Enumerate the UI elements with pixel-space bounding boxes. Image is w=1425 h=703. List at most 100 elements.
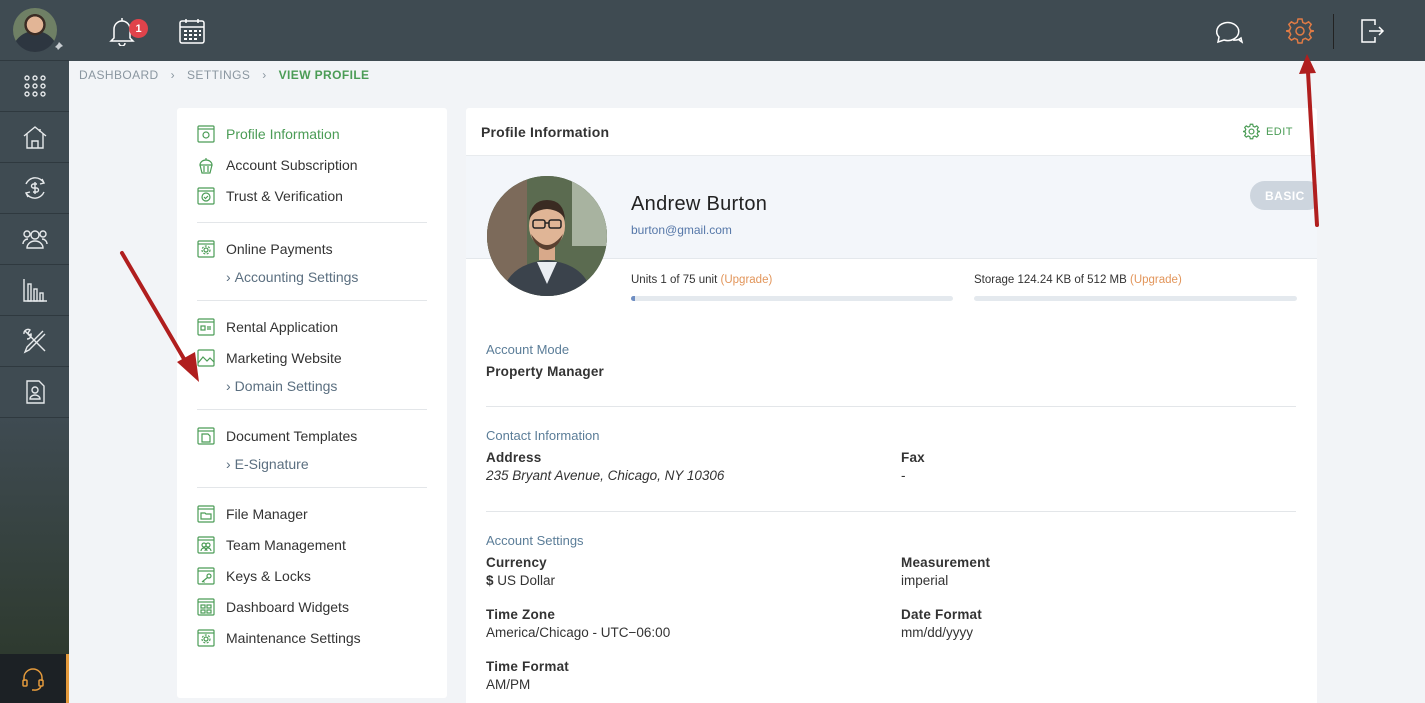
rail-apps[interactable]	[0, 61, 69, 112]
gear-icon	[1242, 123, 1260, 140]
menu-label: Trust & Verification	[226, 187, 343, 204]
storage-text: Storage 124.24 KB of 512 MB	[974, 274, 1127, 286]
rail-background	[0, 418, 69, 654]
rail-contacts[interactable]	[0, 214, 69, 265]
edit-label: EDIT	[1265, 125, 1293, 138]
fax-label: Fax	[901, 450, 925, 465]
menu-label: Rental Application	[226, 318, 339, 335]
menu-item-maintenance-settings[interactable]: Maintenance Settings	[197, 622, 427, 653]
currency-name: US Dollar	[497, 573, 556, 588]
tools-icon	[22, 328, 45, 354]
rail-maintenance[interactable]	[0, 316, 69, 367]
rail-properties[interactable]	[0, 112, 69, 163]
pin-icon[interactable]	[53, 42, 63, 52]
address-value: 235 Bryant Avenue, Chicago, NY 10306	[486, 468, 725, 483]
menu-label: Marketing Website	[226, 349, 342, 366]
calendar-button[interactable]	[176, 14, 208, 48]
plan-badge: BASIC	[1250, 181, 1317, 210]
calendar-icon	[179, 19, 205, 44]
dateformat-label: Date Format	[901, 607, 982, 622]
settings-menu: Profile Information Account Subscription…	[177, 108, 447, 698]
apps-grid-icon	[23, 75, 46, 97]
profile-name: Andrew Burton	[631, 193, 768, 215]
chat-icon	[1216, 21, 1244, 44]
submenu-domain-settings[interactable]: › Domain Settings	[197, 373, 427, 398]
avatar[interactable]	[12, 8, 57, 52]
units-text: Units 1 of 75 unit	[631, 274, 718, 286]
menu-item-team-management[interactable]: Team Management	[197, 529, 427, 560]
rail-tenants[interactable]	[0, 367, 69, 418]
menu-item-account-subscription[interactable]: Account Subscription	[197, 149, 427, 180]
section-title: Account Settings	[486, 533, 584, 548]
menu-label: File Manager	[226, 505, 308, 522]
submenu-label: Accounting Settings	[234, 268, 359, 285]
units-progress-fill	[631, 296, 636, 301]
currency-label: Currency	[486, 555, 547, 570]
rail-payments[interactable]	[0, 163, 69, 214]
fax-value: -	[901, 468, 906, 483]
dateformat-value: mm/dd/yyyy	[901, 625, 974, 640]
menu-label: Profile Information	[226, 125, 340, 142]
address-label: Address	[486, 450, 542, 465]
widgets-icon	[197, 597, 215, 616]
card-header: Profile Information EDIT	[466, 108, 1317, 156]
rail-avatar-container[interactable]	[0, 0, 69, 61]
breadcrumb-view-profile: VIEW PROFILE	[278, 68, 370, 82]
section-title: Account Mode	[486, 342, 570, 357]
menu-item-marketing-website[interactable]: Marketing Website	[197, 342, 427, 373]
edit-button[interactable]: EDIT	[1242, 123, 1293, 140]
menu-item-file-manager[interactable]: File Manager	[197, 498, 427, 529]
chat-button[interactable]	[1213, 14, 1245, 48]
profile-card: Profile Information EDIT Andrew Burton b…	[466, 108, 1317, 703]
units-progress-bar	[631, 296, 953, 301]
menu-item-profile-information[interactable]: Profile Information	[197, 118, 427, 149]
template-doc-icon	[197, 426, 215, 445]
profile-photo	[487, 176, 607, 296]
units-usage: Units 1 of 75 unit (Upgrade)	[631, 274, 772, 286]
submenu-e-signature[interactable]: › E-Signature	[197, 451, 427, 476]
breadcrumb-dashboard[interactable]: DASHBOARD	[79, 68, 159, 82]
section-title: Contact Information	[486, 428, 600, 443]
menu-item-keys-locks[interactable]: Keys & Locks	[197, 560, 427, 591]
logout-button[interactable]	[1356, 14, 1388, 48]
menu-item-online-payments[interactable]: Online Payments	[197, 233, 427, 264]
currency-symbol: $	[486, 573, 494, 588]
profile-doc-icon	[197, 124, 215, 143]
divider	[486, 406, 1296, 407]
measurement-label: Measurement	[901, 555, 991, 570]
menu-item-document-templates[interactable]: Document Templates	[197, 420, 427, 451]
chevron-right-icon: ›	[262, 68, 267, 82]
menu-label: Online Payments	[226, 240, 333, 257]
menu-label: Team Management	[226, 536, 346, 553]
menu-item-trust-verification[interactable]: Trust & Verification	[197, 180, 427, 211]
gear-icon	[1286, 18, 1314, 44]
chevron-right-icon: ›	[170, 68, 176, 82]
chevron-right-icon: ›	[226, 455, 231, 472]
menu-item-dashboard-widgets[interactable]: Dashboard Widgets	[197, 591, 427, 622]
menu-label: Maintenance Settings	[226, 629, 361, 646]
logout-icon	[1361, 19, 1385, 43]
settings-button[interactable]	[1284, 14, 1316, 48]
rail-reports[interactable]	[0, 265, 69, 316]
submenu-accounting-settings[interactable]: › Accounting Settings	[197, 264, 427, 289]
headset-icon	[22, 667, 44, 691]
units-upgrade-link[interactable]: (Upgrade)	[721, 274, 773, 286]
folder-icon	[197, 504, 215, 523]
account-settings-section: Account Settings Currency $ US Dollar Me…	[486, 533, 1296, 703]
profile-email[interactable]: burton@gmail.com	[631, 223, 732, 237]
menu-item-rental-application[interactable]: Rental Application	[197, 311, 427, 342]
chevron-right-icon: ›	[226, 377, 231, 394]
menu-group-payments: Online Payments › Accounting Settings	[197, 223, 427, 301]
measurement-value: imperial	[901, 573, 949, 588]
timezone-label: Time Zone	[486, 607, 556, 622]
key-icon	[197, 566, 215, 585]
topbar-divider	[1333, 14, 1334, 49]
storage-upgrade-link[interactable]: (Upgrade)	[1130, 274, 1182, 286]
breadcrumb-settings[interactable]: SETTINGS	[187, 68, 250, 82]
menu-group-account: Profile Information Account Subscription…	[197, 108, 427, 223]
submenu-label: E-Signature	[234, 455, 309, 472]
support-button[interactable]	[0, 654, 69, 703]
account-mode-value: Property Manager	[486, 364, 604, 379]
menu-label: Account Subscription	[226, 156, 358, 173]
menu-label: Document Templates	[226, 427, 358, 444]
